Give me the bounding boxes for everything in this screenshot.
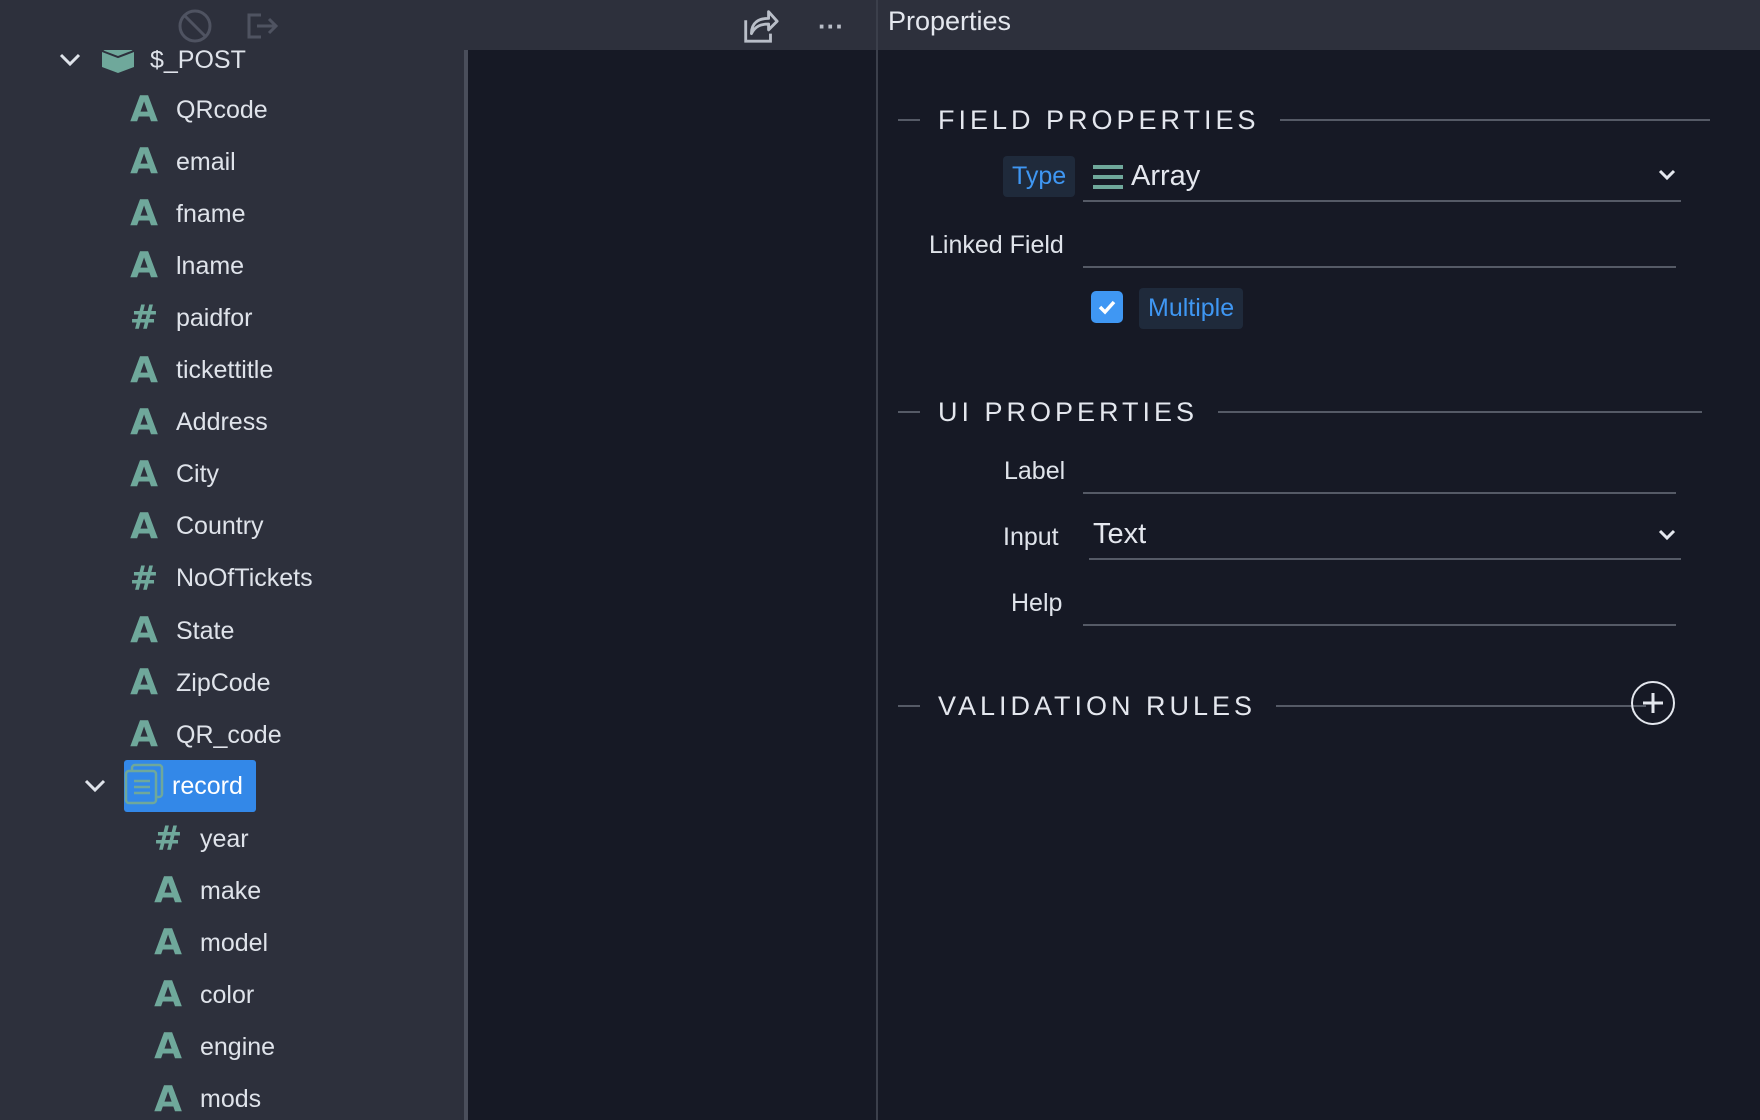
tree-item-label: lname <box>176 251 245 280</box>
text-type-icon: A <box>130 89 158 130</box>
tree-item-label: color <box>200 980 255 1009</box>
help-field-label: Help <box>1011 589 1063 617</box>
text-type-icon: A <box>130 610 158 651</box>
type-select[interactable]: Array <box>1083 150 1681 202</box>
input-select[interactable]: Text <box>1089 510 1681 560</box>
tree-item-city[interactable]: A City <box>126 451 219 499</box>
plus-icon <box>1643 693 1663 713</box>
text-type-icon: A <box>130 193 158 235</box>
tree-item-engine[interactable]: Aengine <box>150 1023 275 1071</box>
multiple-checkbox[interactable] <box>1091 291 1123 323</box>
tree-item-label: tickettitle <box>176 356 274 384</box>
tree-item-label: City <box>176 460 220 489</box>
tree-item-lname[interactable]: Alname <box>126 242 244 290</box>
text-type-icon: A <box>130 141 158 183</box>
multiple-label[interactable]: Multiple <box>1139 288 1244 329</box>
label-field-label: Label <box>1004 457 1066 485</box>
help-input[interactable] <box>1083 578 1676 626</box>
disable-icon[interactable] <box>175 6 215 46</box>
tree-item-qr-code[interactable]: A QR_code <box>126 711 282 759</box>
tree-item-address[interactable]: A Address <box>126 399 268 447</box>
ui-properties-title: UI PROPERTIES <box>938 396 1199 427</box>
field-tree-panel: $_POST A QRcode Aemail Afname Alname # paidfor A… <box>0 0 468 1120</box>
text-type-icon: A <box>154 974 182 1016</box>
tree-item-label: model <box>200 928 269 957</box>
type-value: Array <box>1131 160 1201 192</box>
linked-field-label: Linked Field <box>929 231 1064 259</box>
tree-item-label: fname <box>176 199 246 228</box>
tree-item-country[interactable]: A Country <box>126 503 264 551</box>
tree-item-zipcode[interactable]: A ZipCode <box>126 659 271 707</box>
export-icon[interactable] <box>243 6 283 46</box>
text-type-icon: A <box>130 714 158 756</box>
tree-item-qrcode[interactable]: A QRcode <box>126 86 268 134</box>
check-icon <box>1098 300 1116 315</box>
ui-properties-section: UI PROPERTIES <box>898 392 1703 432</box>
tree-item-email[interactable]: Aemail <box>126 138 236 186</box>
text-type-icon: A <box>154 1078 182 1120</box>
validation-rules-section: VALIDATION RULES <box>898 686 1647 726</box>
tree-item-year[interactable]: # year <box>150 815 249 863</box>
number-type-icon: # <box>129 298 159 339</box>
tree-item-state[interactable]: A State <box>126 607 234 655</box>
tree-item-model[interactable]: Amodel <box>150 919 268 967</box>
tree-item-label: mods <box>200 1085 262 1113</box>
share-icon[interactable] <box>740 6 780 46</box>
panel-divider[interactable] <box>876 0 878 1120</box>
tree-item-label: year <box>200 824 249 853</box>
more-label: ··· <box>818 10 844 41</box>
tree-item-label: Country <box>176 512 264 541</box>
tree-item-label: State <box>176 616 235 645</box>
tree-item-fname[interactable]: Afname <box>126 190 245 238</box>
chevron-down-icon <box>1657 168 1677 187</box>
more-icon[interactable]: ··· <box>811 6 851 46</box>
tree-item-label: Address <box>176 408 268 437</box>
text-type-icon: A <box>154 870 182 912</box>
input-field-label: Input <box>1003 523 1059 551</box>
tree-toolbar: ··· <box>0 0 876 50</box>
tree-item-label: ZipCode <box>176 668 271 697</box>
tree-item-label: make <box>200 876 262 905</box>
tree-item-make[interactable]: Amake <box>150 867 261 915</box>
tree-item-label: email <box>176 147 236 176</box>
add-rule-button[interactable] <box>1631 681 1675 725</box>
field-properties-section: FIELD PROPERTIES <box>898 100 1710 140</box>
list-icon <box>1093 164 1123 195</box>
canvas-area <box>468 50 876 1120</box>
type-label[interactable]: Type <box>1003 156 1076 197</box>
tree-item-tickettitle[interactable]: Atickettitle <box>126 347 273 395</box>
text-type-icon: A <box>130 505 158 547</box>
tree-item-label: engine <box>200 1032 276 1061</box>
tree-item-record[interactable]: record <box>80 762 243 810</box>
tree-item-nooftickets[interactable]: # NoOfTickets <box>126 555 313 603</box>
tree-item-label: QRcode <box>176 95 268 124</box>
tree-item-label: NoOfTickets <box>176 564 313 593</box>
tree-item-label: record <box>172 771 243 800</box>
text-type-icon: A <box>154 922 182 964</box>
label-input[interactable] <box>1083 446 1676 494</box>
array-type-icon <box>124 763 164 810</box>
text-type-icon: A <box>130 662 158 704</box>
field-properties-title: FIELD PROPERTIES <box>938 104 1260 135</box>
validation-rules-title: VALIDATION RULES <box>938 690 1257 721</box>
properties-header: Properties <box>878 0 1760 50</box>
number-type-icon: # <box>129 558 159 599</box>
text-type-icon: A <box>154 1026 182 1068</box>
tree-item-label: QR_code <box>176 720 282 749</box>
tree-item-paidfor[interactable]: # paidfor <box>126 294 253 342</box>
chevron-down-icon <box>1657 528 1677 547</box>
text-type-icon: A <box>130 453 158 495</box>
linked-field-input[interactable] <box>1083 220 1676 268</box>
tree-item-mods[interactable]: Amods <box>150 1076 261 1120</box>
text-type-icon: A <box>130 349 158 391</box>
chevron-down-icon[interactable] <box>80 771 110 801</box>
text-type-icon: A <box>130 401 158 443</box>
text-type-icon: A <box>130 245 158 287</box>
tree-item-label: paidfor <box>176 303 253 332</box>
tree-item-color[interactable]: Acolor <box>150 971 254 1019</box>
number-type-icon: # <box>153 819 183 859</box>
input-value: Text <box>1093 518 1147 550</box>
properties-title: Properties <box>888 6 1012 36</box>
